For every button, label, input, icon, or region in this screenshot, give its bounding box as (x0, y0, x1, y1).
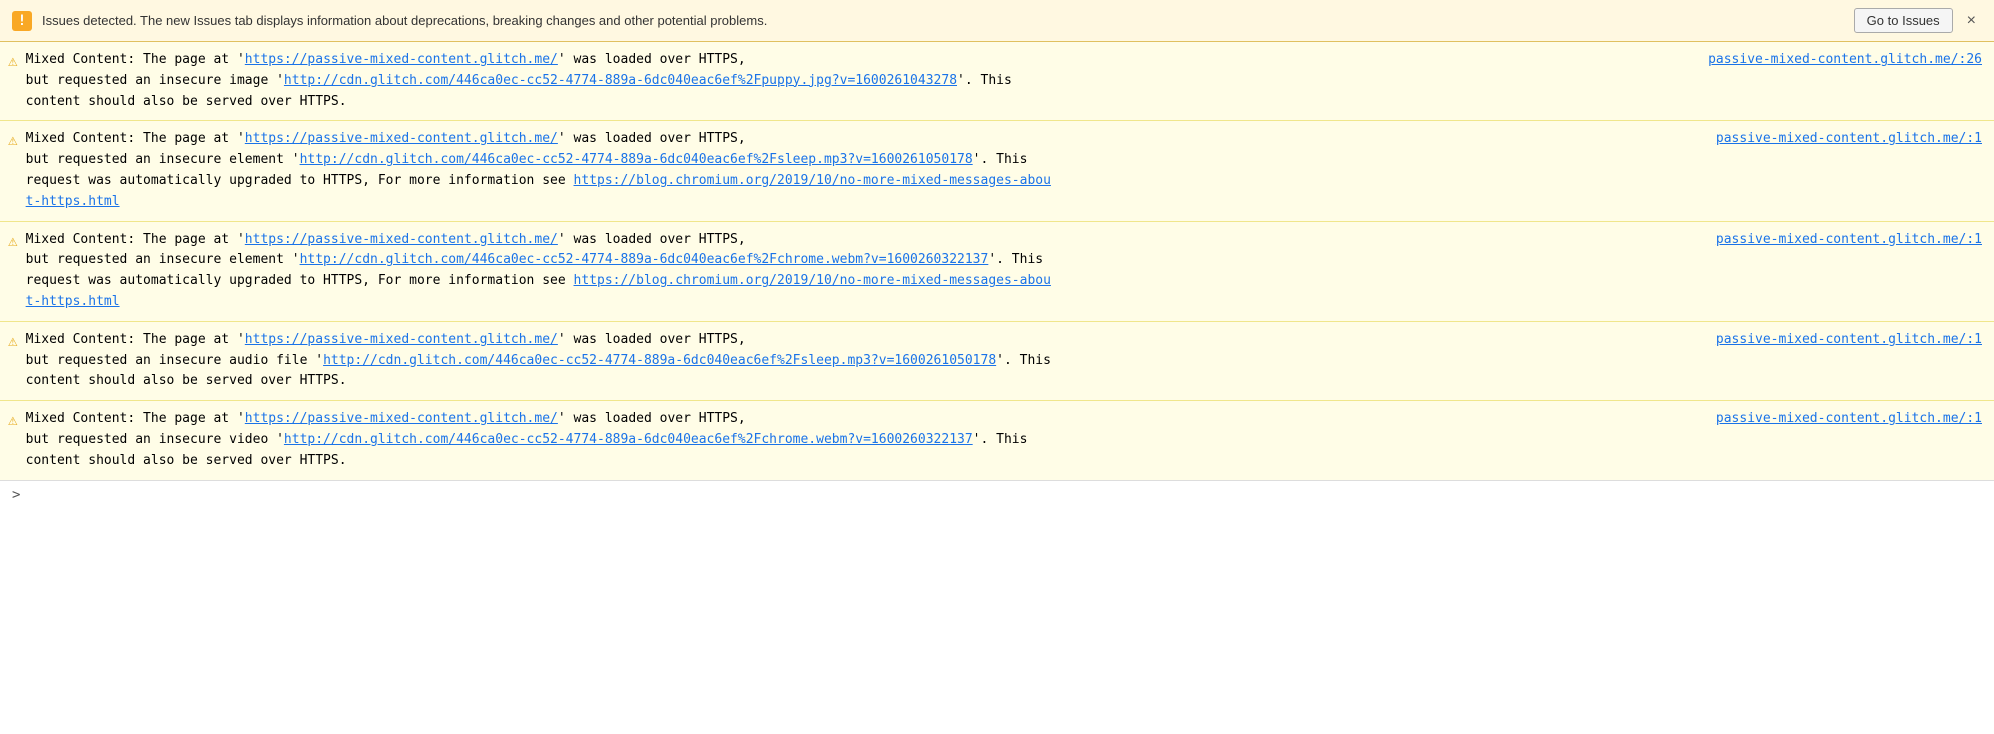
banner-text: Issues detected. The new Issues tab disp… (42, 13, 767, 28)
source-location-link-3[interactable]: passive-mixed-content.glitch.me/:1 (1716, 230, 1982, 251)
source-location-link-1[interactable]: passive-mixed-content.glitch.me/:26 (1708, 50, 1982, 71)
source-location-link-5[interactable]: passive-mixed-content.glitch.me/:1 (1716, 409, 1982, 430)
warn-triangle-icon: ⚠ (8, 130, 18, 149)
warn-triangle-icon: ⚠ (8, 331, 18, 350)
message-row: ⚠ passive-mixed-content.glitch.me/:1 Mix… (0, 401, 1994, 479)
go-to-issues-button[interactable]: Go to Issues (1854, 8, 1953, 33)
issues-banner: ! Issues detected. The new Issues tab di… (0, 0, 1994, 42)
page-url-link-2[interactable]: https://passive-mixed-content.glitch.me/ (245, 131, 558, 146)
message-row: ⚠ passive-mixed-content.glitch.me/:1 Mix… (0, 222, 1994, 322)
insecure-url-link-2[interactable]: http://cdn.glitch.com/446ca0ec-cc52-4774… (300, 152, 973, 167)
insecure-url-link-5[interactable]: http://cdn.glitch.com/446ca0ec-cc52-4774… (284, 432, 973, 447)
page-url-link-3[interactable]: https://passive-mixed-content.glitch.me/ (245, 232, 558, 247)
more-info-link-3[interactable]: https://blog.chromium.org/2019/10/no-mor… (26, 273, 1051, 309)
source-location-link-2[interactable]: passive-mixed-content.glitch.me/:1 (1716, 129, 1982, 150)
message-body: passive-mixed-content.glitch.me/:1 Mixed… (26, 230, 1982, 313)
close-button[interactable]: × (1961, 10, 1982, 32)
page-url-link-4[interactable]: https://passive-mixed-content.glitch.me/ (245, 332, 558, 347)
message-row: ⚠ passive-mixed-content.glitch.me/:1 Mix… (0, 322, 1994, 401)
chevron-right-icon[interactable]: > (12, 487, 20, 503)
more-info-link-2[interactable]: https://blog.chromium.org/2019/10/no-mor… (26, 173, 1051, 209)
message-body: passive-mixed-content.glitch.me/:1 Mixed… (26, 129, 1982, 212)
warning-icon: ! (12, 11, 32, 31)
message-body: passive-mixed-content.glitch.me/:1 Mixed… (26, 330, 1982, 392)
page-url-link-5[interactable]: https://passive-mixed-content.glitch.me/ (245, 411, 558, 426)
message-row: ⚠ passive-mixed-content.glitch.me/:1 Mix… (0, 121, 1994, 221)
insecure-url-link-4[interactable]: http://cdn.glitch.com/446ca0ec-cc52-4774… (323, 353, 996, 368)
console-footer: > (0, 480, 1994, 509)
page-url-link-1[interactable]: https://passive-mixed-content.glitch.me/ (245, 52, 558, 67)
warn-triangle-icon: ⚠ (8, 51, 18, 70)
console-content: ⚠ passive-mixed-content.glitch.me/:26 Mi… (0, 42, 1994, 480)
warn-triangle-icon: ⚠ (8, 231, 18, 250)
warn-triangle-icon: ⚠ (8, 410, 18, 429)
message-body: passive-mixed-content.glitch.me/:26 Mixe… (26, 50, 1982, 112)
message-body: passive-mixed-content.glitch.me/:1 Mixed… (26, 409, 1982, 471)
insecure-url-link-1[interactable]: http://cdn.glitch.com/446ca0ec-cc52-4774… (284, 73, 957, 88)
message-row: ⚠ passive-mixed-content.glitch.me/:26 Mi… (0, 42, 1994, 121)
source-location-link-4[interactable]: passive-mixed-content.glitch.me/:1 (1716, 330, 1982, 351)
insecure-url-link-3[interactable]: http://cdn.glitch.com/446ca0ec-cc52-4774… (300, 252, 989, 267)
